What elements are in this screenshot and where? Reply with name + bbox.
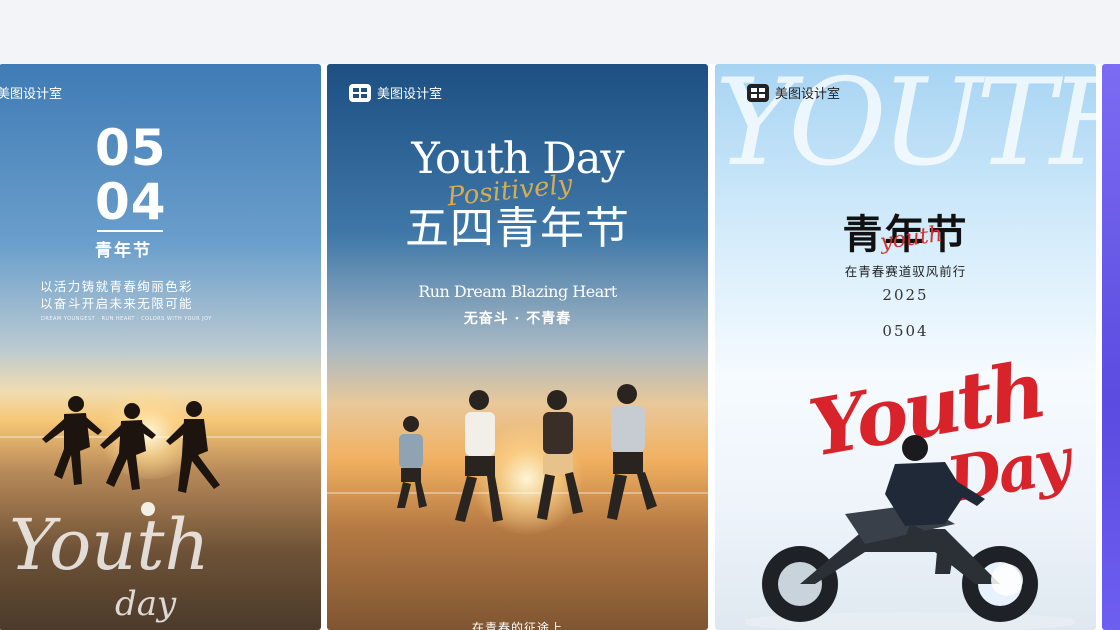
template-card-4[interactable] — [1102, 64, 1120, 630]
running-friends-silhouette — [397, 384, 657, 522]
template-card-1[interactable]: 美图设计室 05 04 青年节 以活力铸就青春绚丽色彩 以奋斗开启未来无限可能 … — [0, 64, 321, 630]
fine-print: DREAM YOUNGEST · RUN HEART · COLORS WITH… — [41, 316, 212, 322]
script-day: day — [115, 584, 177, 624]
date: 0504 — [882, 322, 929, 340]
brand-name: 美图设计室 — [775, 87, 841, 102]
meitu-logo-icon — [349, 83, 371, 102]
meitu-logo-icon — [747, 83, 769, 102]
title-cn: 五四青年节 — [405, 203, 630, 254]
script-youth: Youth — [9, 504, 210, 586]
motorcycle-rider-illustration — [745, 435, 1075, 630]
subtitle-cn: 无奋斗 · 不青春 — [463, 311, 572, 327]
template-card-2[interactable]: 美图设计室 Youth Day Positively 五四青年节 Run Dre… — [327, 64, 708, 630]
brand-tag: 美图设计室 — [747, 83, 840, 102]
year: 2025 — [882, 286, 929, 304]
template-gallery: 美图设计室 05 04 青年节 以活力铸就青春绚丽色彩 以奋斗开启未来无限可能 … — [0, 64, 1120, 630]
slogan-line-1: 以活力铸就青春绚丽色彩 — [40, 279, 193, 294]
brand-tag: 美图设计室 — [349, 83, 442, 102]
subtitle-en: Run Dream Blazing Heart — [418, 282, 617, 301]
subtitle: 在青春赛道驭风前行 — [844, 264, 967, 279]
brand-name: 美图设计室 — [377, 87, 443, 102]
template-card-3[interactable]: YOUTH 美图设计室 青年节 youth 在青春赛道驭风前行 2025 050… — [715, 64, 1096, 630]
festival-label: 青年节 — [95, 241, 152, 261]
brand-name: 美图设计室 — [0, 87, 63, 102]
slogan-line-2: 以奋斗开启未来无限可能 — [40, 296, 193, 311]
date-month: 05 — [95, 119, 167, 177]
date-underline — [97, 230, 163, 232]
brand-tag: 美图设计室 — [0, 83, 62, 102]
date-day: 04 — [95, 173, 167, 231]
bottom-caption: 在青春的征途上 — [471, 621, 563, 630]
